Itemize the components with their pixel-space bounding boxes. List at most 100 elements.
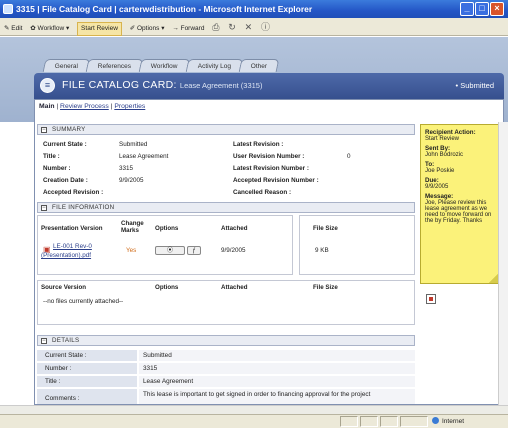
tab-general[interactable]: General (42, 59, 91, 72)
sent-by-label: Sent By: (425, 145, 451, 152)
presentation-table-right (299, 215, 415, 275)
note-toggle-button[interactable] (426, 294, 436, 304)
start-review-button[interactable]: Start Review (77, 22, 122, 36)
view-button[interactable]: ⦿ (155, 246, 185, 255)
number-value: 3315 (119, 165, 134, 172)
details-row: Number : 3315 (37, 363, 415, 375)
card-subtitle: Lease Agreement (3315) (179, 81, 263, 90)
due-value: 9/9/2005 (425, 184, 449, 190)
latest-revision-number-label: Latest Revision Number : (233, 165, 309, 172)
sent-by-value: John Bodrozic (425, 152, 464, 158)
status-pane (360, 416, 378, 427)
content: − SUMMARY Current State : Submitted Titl… (37, 114, 417, 404)
gear-icon: ✿ (30, 25, 36, 32)
file-info-header[interactable]: − FILE INFORMATION (37, 202, 415, 213)
title-label: Title : (43, 153, 60, 160)
ie-icon (3, 4, 13, 14)
collapse-icon[interactable]: − (41, 127, 47, 133)
refresh-icon[interactable]: ↻ (228, 18, 236, 36)
summary-header[interactable]: − SUMMARY (37, 124, 415, 135)
to-label: To: (425, 161, 435, 168)
creation-date-value: 9/9/2005 (119, 177, 144, 184)
status-pane (380, 416, 398, 427)
forward-button[interactable]: → Forward (172, 20, 204, 38)
current-state-label: Current State : (43, 141, 87, 148)
globe-icon (432, 417, 439, 424)
card-header: ≡ FILE CATALOG CARD: Lease Agreement (33… (34, 73, 504, 99)
col-file-size: File Size (313, 225, 338, 232)
fd-button[interactable]: ƒ (187, 246, 201, 255)
details-header[interactable]: − DETAILS (37, 335, 415, 346)
due-label: Due: (425, 177, 439, 184)
close-icon[interactable]: ✕ (245, 18, 253, 36)
browser-window: 3315 | File Catalog Card | carterwdistri… (0, 0, 508, 428)
title-value: Lease Agreement (119, 153, 169, 160)
no-files-text: --no files currently attached-- (43, 298, 124, 305)
file-link-line2[interactable]: (Presentation).pdf (41, 252, 91, 259)
collapse-icon[interactable]: − (41, 205, 47, 211)
file-link-line1[interactable]: LE-001 Rev-0 (53, 243, 92, 250)
recipient-action-label: Recipient Action: (425, 129, 476, 136)
card-state: • Submitted (455, 81, 494, 90)
vertical-scrollbar[interactable] (498, 122, 508, 405)
message-label: Message: (425, 193, 454, 200)
details-row: Current State : Submitted (37, 350, 415, 362)
user-revision-value: 0 (347, 153, 351, 160)
col-change-marks: Change Marks (121, 220, 144, 234)
help-icon[interactable]: ⓘ (261, 18, 270, 36)
workflow-menu[interactable]: ✿ Workflow ▾ (30, 20, 69, 38)
details-row: Title : Lease Agreement (37, 376, 415, 388)
col-source-file-size: File Size (313, 284, 338, 291)
current-state-value: Submitted (119, 141, 148, 148)
edit-button[interactable]: ✎ Edit (4, 20, 22, 38)
main-panel: Main | Review Process | Properties − SUM… (34, 99, 504, 405)
subnav-properties[interactable]: Properties (114, 103, 145, 110)
attached-date: 9/9/2005 (221, 247, 246, 254)
user-revision-label: User Revision Number : (233, 153, 305, 160)
change-marks-value: Yes (126, 247, 137, 254)
status-bar: Internet (0, 414, 508, 428)
tab-strip: General References Workflow Activity Log… (42, 59, 280, 73)
number-label: Number : (43, 165, 71, 172)
details-row: Comments : This lease is important to ge… (37, 389, 415, 404)
col-source-attached: Attached (221, 284, 248, 291)
collapse-icon[interactable]: − (41, 338, 47, 344)
window-title: 3315 | File Catalog Card | carterwdistri… (16, 4, 313, 14)
col-source-options: Options (155, 284, 179, 291)
accepted-revision-number-label: Accepted Revision Number : (233, 177, 319, 184)
toolbar: ✎ Edit ✿ Workflow ▾ Start Review ✐ Optio… (0, 18, 508, 36)
col-attached: Attached (221, 225, 248, 232)
col-source-version: Source Version (41, 284, 87, 291)
title-bar: 3315 | File Catalog Card | carterwdistri… (0, 0, 508, 18)
creation-date-label: Creation Date : (43, 177, 88, 184)
latest-revision-label: Latest Revision : (233, 141, 284, 148)
sticky-note: Recipient Action: Start Review Sent By: … (420, 124, 500, 284)
close-button[interactable]: × (490, 2, 504, 16)
card-title: FILE CATALOG CARD: Lease Agreement (3315… (62, 79, 263, 91)
file-size-value: 9 KB (315, 247, 329, 254)
options-icon: ✐ (129, 25, 136, 32)
accepted-revision-label: Accepted Revision : (43, 189, 104, 196)
subnav-review-process[interactable]: Review Process (60, 103, 109, 110)
print-icon[interactable]: ⎙ (212, 18, 219, 36)
maximize-button[interactable]: □ (475, 2, 489, 16)
tab-other[interactable]: Other (238, 59, 280, 72)
status-pane (400, 416, 428, 427)
tab-workflow[interactable]: Workflow (138, 59, 191, 72)
minimize-button[interactable]: _ (460, 2, 474, 16)
pencil-icon: ✎ (4, 25, 10, 32)
status-pane (340, 416, 358, 427)
col-presentation-version: Presentation Version (41, 225, 103, 232)
cancelled-reason-label: Cancelled Reason : (233, 189, 292, 196)
card-document-icon: ≡ (40, 78, 55, 93)
options-menu[interactable]: ✐ Options ▾ (130, 20, 165, 38)
horizontal-scrollbar[interactable] (0, 405, 508, 414)
recipient-action-value: Start Review (425, 136, 460, 142)
security-zone: Internet (432, 415, 464, 428)
tab-activity-log[interactable]: Activity Log (185, 59, 244, 72)
to-value: Joe Poskie (425, 168, 455, 174)
col-options: Options (155, 225, 179, 232)
tab-references[interactable]: References (85, 59, 144, 72)
subnav-main[interactable]: Main (39, 103, 54, 110)
arrow-right-icon: → (172, 25, 179, 32)
